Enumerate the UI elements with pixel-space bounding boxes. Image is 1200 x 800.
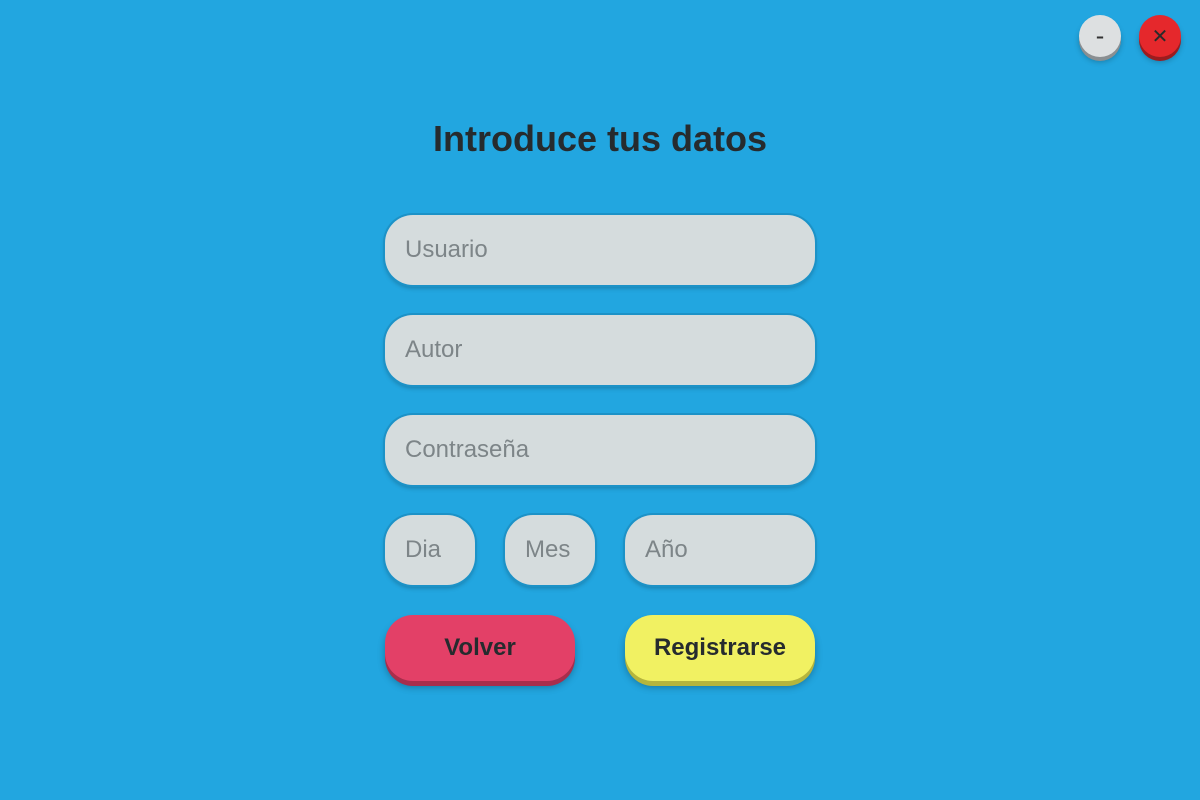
month-field[interactable]: [505, 515, 595, 585]
minimize-button[interactable]: –: [1079, 15, 1121, 57]
register-button[interactable]: Registrarse: [625, 615, 815, 681]
back-button[interactable]: Volver: [385, 615, 575, 681]
register-button-label: Registrarse: [653, 634, 787, 661]
author-field[interactable]: [385, 315, 815, 385]
minimize-icon: –: [1096, 26, 1104, 46]
close-button[interactable]: ✕: [1139, 15, 1181, 57]
close-icon: ✕: [1151, 24, 1169, 48]
page-title: Introduce tus datos: [432, 118, 768, 159]
day-field[interactable]: [385, 515, 475, 585]
back-button-label: Volver: [444, 634, 516, 661]
password-field[interactable]: [385, 415, 815, 485]
year-field[interactable]: [625, 515, 815, 585]
username-field[interactable]: [385, 215, 815, 285]
